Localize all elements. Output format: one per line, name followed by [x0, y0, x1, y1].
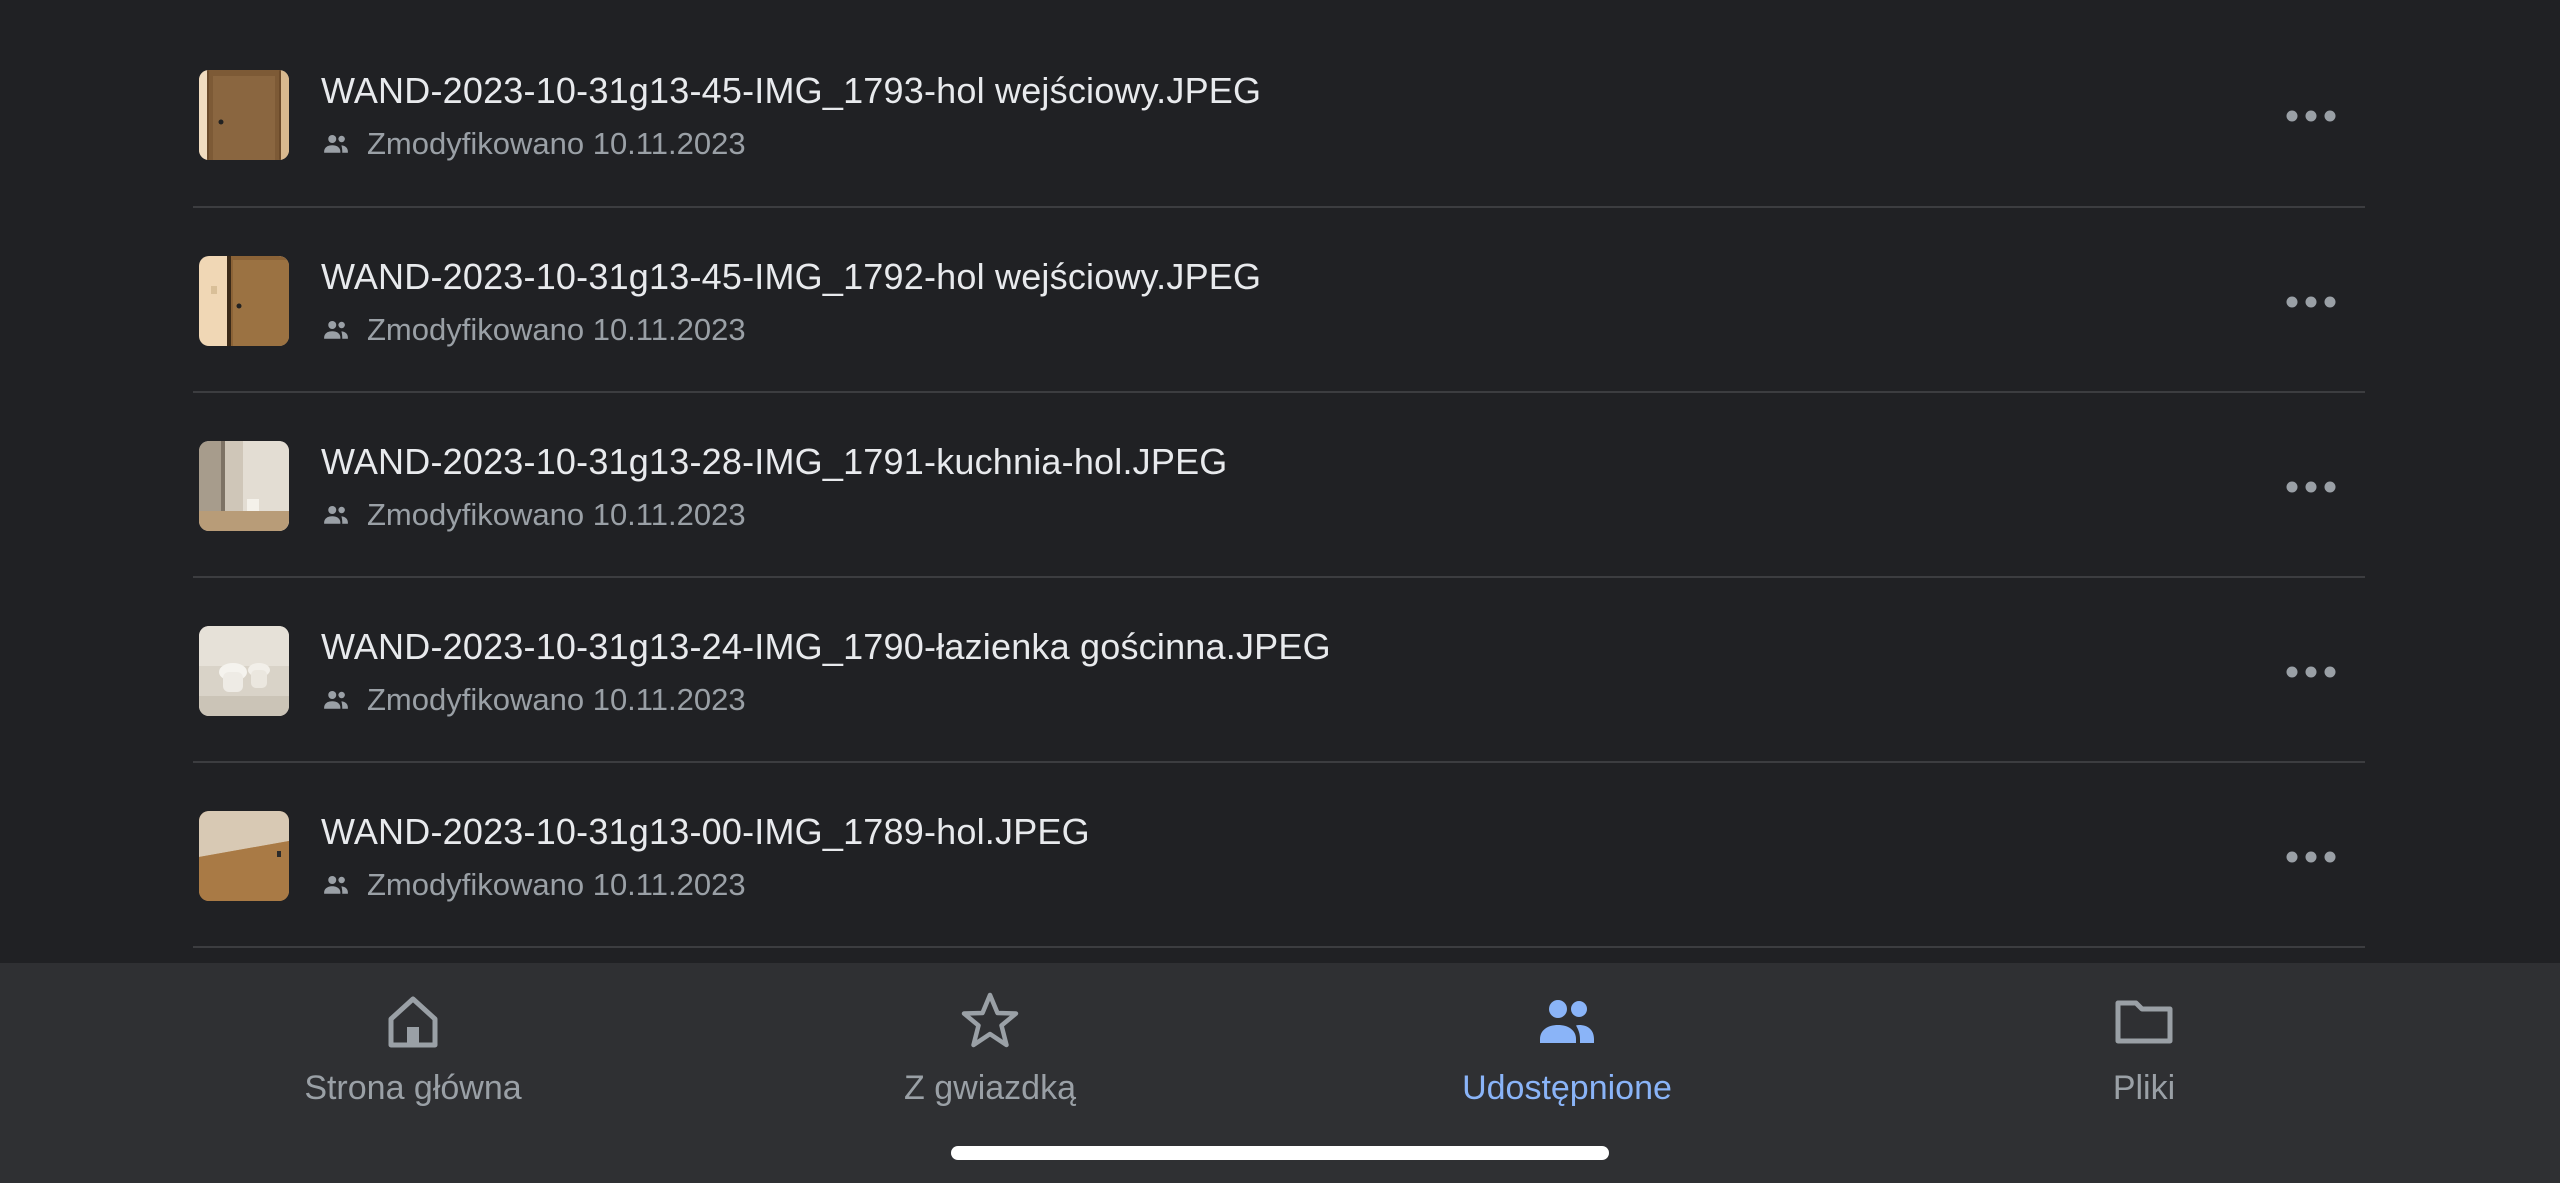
nav-label: Udostępnione	[1462, 1069, 1672, 1107]
nav-label: Strona główna	[304, 1069, 522, 1107]
more-options-button[interactable]	[2271, 272, 2351, 332]
file-row[interactable]: WAND-2023-10-31g13-45-IMG_1792-hol wejśc…	[193, 208, 2365, 393]
more-options-button[interactable]	[2271, 642, 2351, 702]
screen: WAND-2023-10-31g13-45-IMG_1793-hol wejśc…	[0, 0, 2560, 1183]
file-list: WAND-2023-10-31g13-45-IMG_1793-hol wejśc…	[193, 0, 2365, 962]
file-name: WAND-2023-10-31g13-24-IMG_1790-łazienka …	[321, 626, 1331, 667]
file-thumbnail	[199, 811, 289, 901]
file-row[interactable]: WAND-2023-10-31g13-28-IMG_1791-kuchnia-h…	[193, 393, 2365, 578]
file-meta: Zmodyfikowano 10.11.2023	[321, 312, 746, 348]
file-row[interactable]: WAND-2023-10-31g13-00-IMG_1789-hol.JPEG …	[193, 763, 2365, 948]
people-icon	[1540, 1000, 1594, 1043]
more-options-button[interactable]	[2271, 827, 2351, 887]
nav-item-shared[interactable]: Udostępnione	[1357, 989, 1777, 1109]
file-thumbnail	[199, 441, 289, 531]
file-name: WAND-2023-10-31g13-28-IMG_1791-kuchnia-h…	[321, 441, 1228, 482]
file-row[interactable]: WAND-2023-10-31g13-45-IMG_1793-hol wejśc…	[193, 0, 2365, 208]
nav-item-home[interactable]: Strona główna	[203, 989, 623, 1109]
modified-date: Zmodyfikowano 10.11.2023	[367, 682, 746, 717]
file-meta: Zmodyfikowano 10.11.2023	[321, 126, 746, 162]
more-horizontal-icon	[2286, 296, 2336, 308]
nav-label: Z gwiazdką	[904, 1069, 1076, 1107]
modified-date: Zmodyfikowano 10.11.2023	[367, 497, 746, 532]
more-horizontal-icon	[2286, 666, 2336, 678]
file-name: WAND-2023-10-31g13-45-IMG_1792-hol wejśc…	[321, 256, 1262, 297]
file-thumbnail	[199, 626, 289, 716]
nav-item-starred[interactable]: Z gwiazdką	[780, 989, 1200, 1109]
more-horizontal-icon	[2286, 481, 2336, 493]
nav-label: Pliki	[2112, 1069, 2176, 1107]
nav-item-files[interactable]: Pliki	[1934, 989, 2354, 1109]
file-row[interactable]: WAND-2023-10-31g13-24-IMG_1790-łazienka …	[193, 578, 2365, 763]
people-icon	[324, 321, 348, 339]
people-icon	[324, 506, 348, 524]
people-icon	[324, 135, 348, 153]
more-horizontal-icon	[2286, 110, 2336, 122]
people-icon	[324, 691, 348, 709]
more-options-button[interactable]	[2271, 457, 2351, 517]
more-horizontal-icon	[2286, 851, 2336, 863]
file-meta: Zmodyfikowano 10.11.2023	[321, 497, 746, 533]
file-meta: Zmodyfikowano 10.11.2023	[321, 867, 746, 903]
file-thumbnail	[199, 256, 289, 346]
file-thumbnail	[199, 70, 289, 160]
file-name: WAND-2023-10-31g13-00-IMG_1789-hol.JPEG	[321, 811, 1090, 852]
file-name: WAND-2023-10-31g13-45-IMG_1793-hol wejśc…	[321, 70, 1262, 111]
home-indicator	[951, 1146, 1609, 1160]
more-options-button[interactable]	[2271, 86, 2351, 146]
folder-icon	[2115, 1000, 2173, 1044]
modified-date: Zmodyfikowano 10.11.2023	[367, 126, 746, 161]
file-meta: Zmodyfikowano 10.11.2023	[321, 682, 746, 718]
modified-date: Zmodyfikowano 10.11.2023	[367, 867, 746, 902]
home-icon	[388, 996, 438, 1048]
people-icon	[324, 876, 348, 894]
star-icon	[961, 992, 1019, 1048]
modified-date: Zmodyfikowano 10.11.2023	[367, 312, 746, 347]
